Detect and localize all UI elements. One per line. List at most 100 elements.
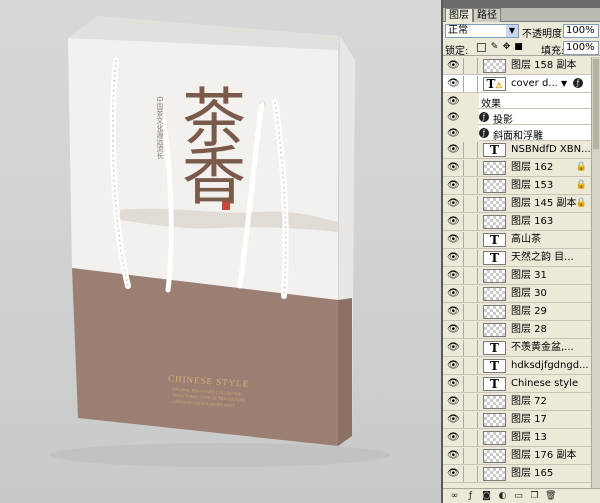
lock-transparency-icon[interactable]	[477, 43, 486, 52]
new-layer-icon[interactable]: ❐	[529, 491, 540, 502]
layer-row[interactable]: 👁 图层 17	[443, 411, 591, 429]
layer-link-box[interactable]	[463, 268, 478, 284]
layer-row[interactable]: 👁 图层 176 副本	[443, 447, 591, 465]
layer-link-box[interactable]	[463, 376, 478, 392]
blend-mode-select[interactable]: 正常 ▼	[445, 24, 519, 38]
eye-icon[interactable]: 👁	[447, 451, 460, 461]
layer-link-box[interactable]	[463, 322, 478, 338]
layer-link-box[interactable]	[463, 358, 478, 374]
eye-icon[interactable]: 👁	[447, 469, 460, 479]
layer-thumbnail	[483, 395, 506, 409]
lock-position-icon[interactable]: ✥	[502, 43, 511, 52]
layer-link-box[interactable]	[463, 250, 478, 266]
eye-icon[interactable]: 👁	[447, 145, 460, 155]
layer-row[interactable]: 👁 图层 28	[443, 321, 591, 339]
lock-all-icon[interactable]: ■	[514, 43, 523, 52]
layer-row[interactable]: 👁 图层 158 副本	[443, 57, 591, 75]
document-canvas[interactable]: 茶香 中国茶文化源远流长 CHINESE STYLE NATURAL TEA L…	[0, 0, 441, 503]
layer-link-box[interactable]	[463, 430, 478, 446]
eye-icon[interactable]: 👁	[447, 217, 460, 227]
layer-row[interactable]: 👁 T⚠ cover d... ▼ ƒ	[443, 75, 591, 93]
fx-icon[interactable]: ƒ	[573, 78, 583, 88]
effect-toggle-icon[interactable]: ƒ	[479, 112, 489, 122]
effect-toggle-icon[interactable]: ƒ	[479, 128, 489, 138]
eye-icon[interactable]: 👁	[447, 397, 460, 407]
layer-row[interactable]: 👁 图层 165	[443, 465, 591, 483]
new-group-icon[interactable]: ▭	[513, 491, 524, 502]
layer-link-box[interactable]	[463, 160, 478, 176]
eye-icon[interactable]: 👁	[447, 253, 460, 263]
layer-link-box[interactable]	[463, 178, 478, 194]
eye-icon[interactable]: 👁	[447, 199, 460, 209]
effect-row[interactable]: ƒ 投影	[479, 109, 591, 126]
tab-layers[interactable]: 图层	[445, 8, 473, 22]
layer-row[interactable]: 👁 图层 72	[443, 393, 591, 411]
eye-icon[interactable]: 👁	[447, 289, 460, 299]
layer-row[interactable]: 👁 图层 13	[443, 429, 591, 447]
eye-icon[interactable]: 👁	[447, 61, 460, 71]
tab-paths[interactable]: 路径	[473, 8, 501, 22]
layer-link-box[interactable]	[463, 466, 478, 482]
effect-name: 斜面和浮雕	[493, 131, 543, 142]
layer-link-box[interactable]	[463, 58, 478, 74]
add-mask-icon[interactable]: ◙	[481, 491, 492, 502]
layer-name: 图层 153	[511, 180, 554, 191]
layer-row[interactable]: 👁 T NSBNdfD XBN...	[443, 141, 591, 159]
layer-row[interactable]: 👁 图层 30	[443, 285, 591, 303]
layer-row[interactable]: 👁 T 天然之韵 目...	[443, 249, 591, 267]
layer-link-box[interactable]	[463, 76, 478, 92]
effect-row[interactable]: ƒ 斜面和浮雕	[479, 125, 591, 142]
eye-icon[interactable]: 👁	[447, 379, 460, 389]
layer-link-box[interactable]	[463, 214, 478, 230]
fill-input[interactable]: 100%	[563, 41, 599, 55]
effects-header[interactable]: 效果	[479, 93, 591, 110]
scrollbar-thumb[interactable]	[593, 59, 599, 149]
layer-link-box[interactable]	[463, 196, 478, 212]
eye-icon[interactable]: 👁	[447, 361, 460, 371]
layer-row[interactable]: 👁 图层 145 副本 🔒	[443, 195, 591, 213]
eye-icon[interactable]: 👁	[447, 235, 460, 245]
eye-icon[interactable]: 👁	[447, 97, 460, 107]
eye-icon[interactable]: 👁	[447, 343, 460, 353]
layer-row[interactable]: 👁 图层 31	[443, 267, 591, 285]
eye-icon[interactable]: 👁	[447, 181, 460, 191]
eye-icon[interactable]: 👁	[447, 325, 460, 335]
layer-row[interactable]: 👁 图层 153 🔒	[443, 177, 591, 195]
lock-pixels-icon[interactable]: ✎	[490, 43, 499, 52]
layer-row[interactable]: 👁 T 高山茶	[443, 231, 591, 249]
eye-icon[interactable]: 👁	[447, 433, 460, 443]
layer-link-box[interactable]	[463, 304, 478, 320]
layer-link-box[interactable]	[463, 286, 478, 302]
layer-link-box[interactable]	[463, 232, 478, 248]
eye-icon[interactable]: 👁	[447, 79, 460, 89]
eye-icon[interactable]: 👁	[447, 307, 460, 317]
lock-icon: 🔒	[575, 198, 587, 208]
layer-thumbnail	[483, 269, 506, 283]
link-layers-icon[interactable]: ∞	[449, 491, 460, 502]
chevron-down-icon[interactable]: ▼	[506, 25, 518, 37]
add-style-icon[interactable]: ƒ	[465, 491, 476, 502]
eye-icon[interactable]: 👁	[447, 129, 460, 139]
layers-scrollbar[interactable]	[591, 57, 600, 488]
layer-row[interactable]: 👁 T hdksdjfgdngd...	[443, 357, 591, 375]
layer-row[interactable]: 👁 图层 162 🔒	[443, 159, 591, 177]
layer-link-box[interactable]	[463, 412, 478, 428]
eye-icon[interactable]: 👁	[447, 415, 460, 425]
layer-row[interactable]: 👁 T Chinese style	[443, 375, 591, 393]
layer-row[interactable]: 👁 图层 29	[443, 303, 591, 321]
layer-row[interactable]: 👁 T 不羡黄金盆,...	[443, 339, 591, 357]
eye-icon[interactable]: 👁	[447, 271, 460, 281]
eye-icon[interactable]: 👁	[447, 113, 460, 123]
layer-link-box[interactable]	[463, 448, 478, 464]
trash-icon[interactable]: 🗑	[545, 491, 556, 502]
eye-icon[interactable]: 👁	[447, 163, 460, 173]
layer-link-box[interactable]	[463, 340, 478, 356]
expand-effects-icon[interactable]: ▼	[561, 79, 567, 88]
layer-link-box[interactable]	[463, 394, 478, 410]
opacity-input[interactable]: 100%	[563, 24, 599, 38]
layer-row[interactable]: 👁 图层 163	[443, 213, 591, 231]
layer-name: 图层 30	[511, 288, 547, 299]
adjustment-layer-icon[interactable]: ◐	[497, 491, 508, 502]
panel-title-bar[interactable]	[443, 0, 600, 8]
layer-link-box[interactable]	[463, 142, 478, 158]
